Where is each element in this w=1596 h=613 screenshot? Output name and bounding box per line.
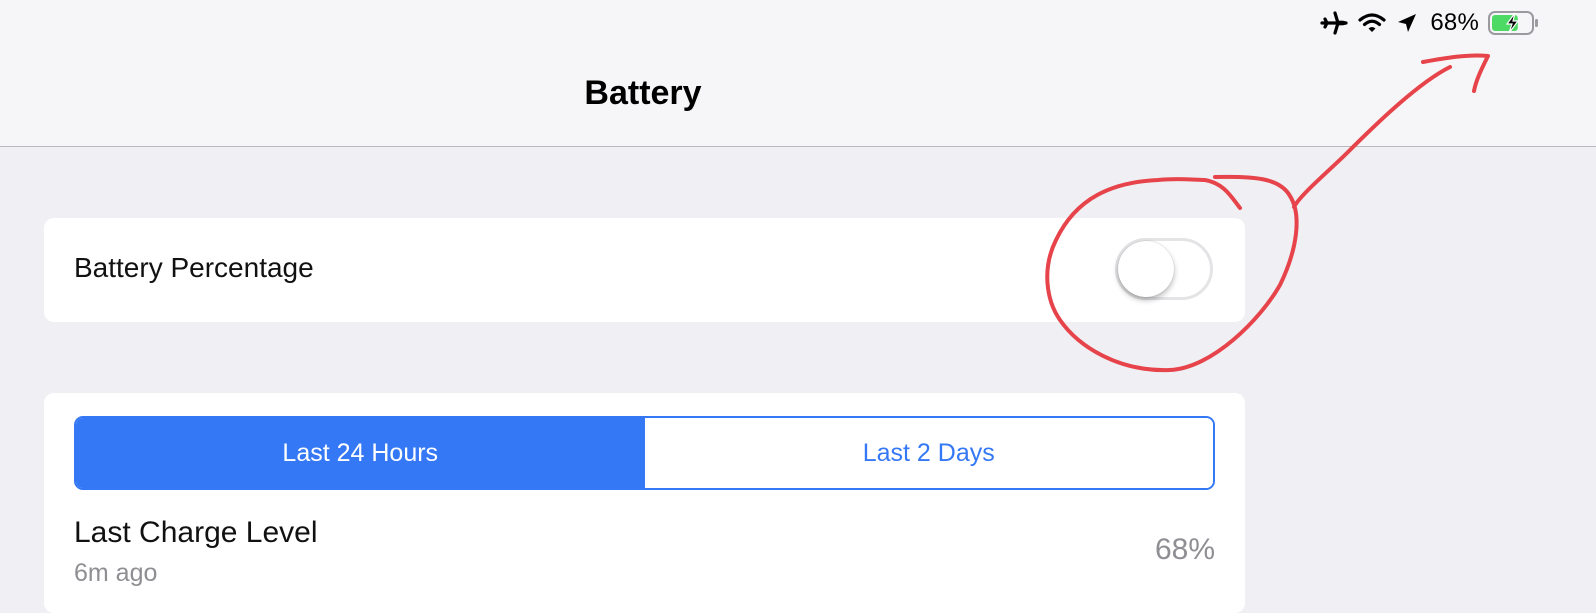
last-charge-value: 68% bbox=[1154, 533, 1215, 566]
page-title: Battery bbox=[584, 74, 702, 112]
toggle-knob bbox=[1118, 241, 1174, 297]
battery-percentage-text: 68% bbox=[1430, 9, 1479, 36]
battery-charging-icon bbox=[1488, 10, 1540, 36]
segment-last-2-days[interactable]: Last 2 Days bbox=[644, 418, 1213, 488]
battery-percentage-label: Battery Percentage bbox=[74, 252, 314, 283]
navigation-bar: 68% Battery bbox=[0, 0, 1596, 147]
airplane-icon bbox=[1319, 10, 1349, 36]
battery-percentage-toggle[interactable] bbox=[1115, 238, 1213, 300]
time-range-segmented-control: Last 24 Hours Last 2 Days bbox=[74, 416, 1215, 490]
battery-percentage-card: Battery Percentage bbox=[44, 218, 1245, 322]
status-bar: 68% bbox=[1319, 8, 1540, 38]
battery-usage-card: Last 24 Hours Last 2 Days Last Charge Le… bbox=[44, 393, 1245, 613]
last-charge-level-title: Last Charge Level bbox=[74, 516, 318, 549]
wifi-icon bbox=[1358, 11, 1386, 35]
location-arrow-icon bbox=[1395, 11, 1419, 35]
segment-last-24-hours[interactable]: Last 24 Hours bbox=[76, 418, 645, 488]
